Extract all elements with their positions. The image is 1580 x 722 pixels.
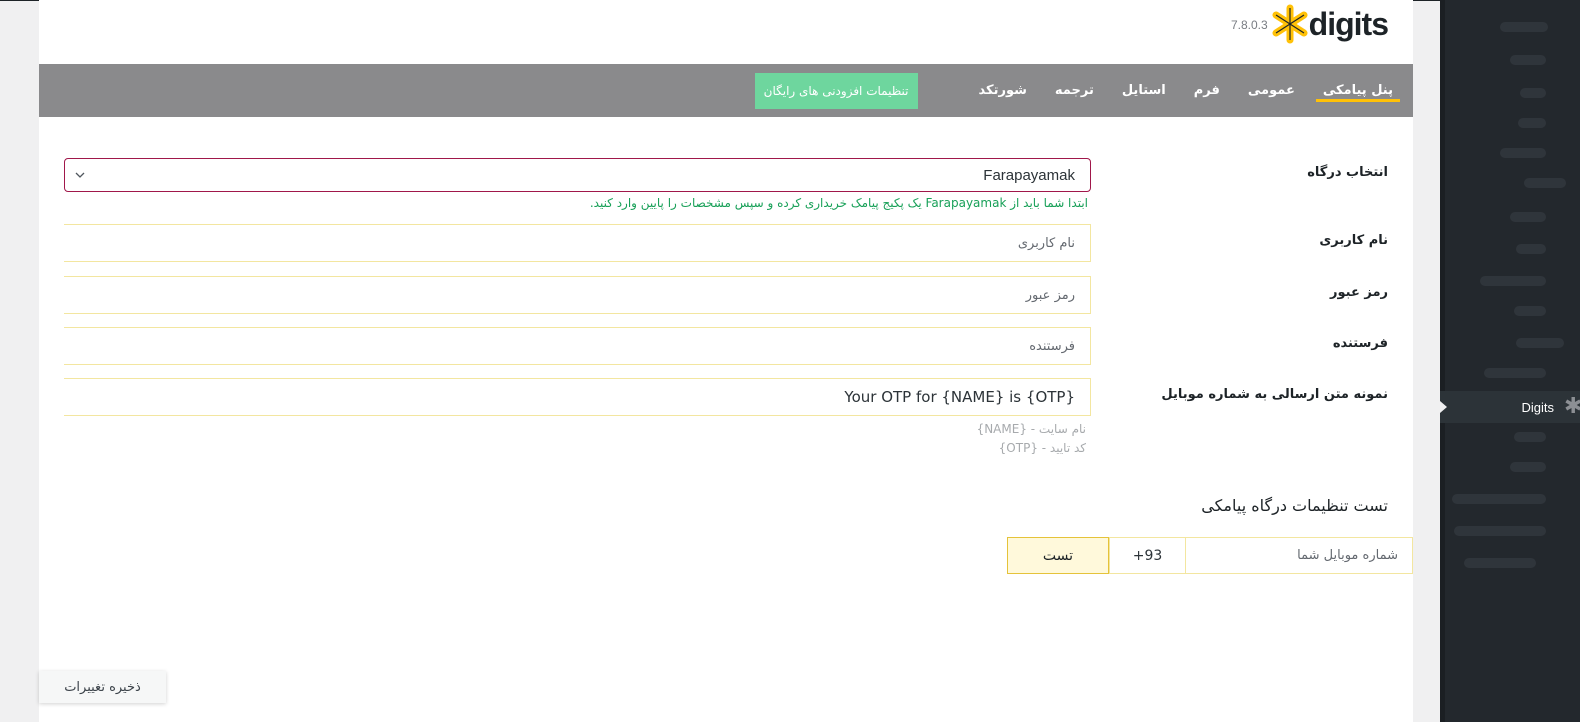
password-field[interactable]: رمز عبور bbox=[64, 276, 1091, 314]
tab-shortcode[interactable]: شورتکد bbox=[972, 64, 1034, 117]
country-code-field[interactable]: +93 bbox=[1109, 537, 1185, 574]
sidebar-item-blurred[interactable] bbox=[1484, 368, 1546, 378]
password-label: رمز عبور bbox=[1330, 285, 1388, 300]
sidebar-item-digits[interactable]: Digits ✱ bbox=[1440, 391, 1580, 423]
template-tag-otp: کد تایید - {OTP} bbox=[998, 441, 1086, 455]
digits-star-icon bbox=[1272, 4, 1308, 44]
tab-style[interactable]: استایل bbox=[1115, 64, 1173, 117]
sidebar-item-blurred[interactable] bbox=[1518, 118, 1546, 128]
version-label: 7.8.0.3 bbox=[1230, 18, 1268, 32]
gateway-label: انتخاب درگاه bbox=[1307, 165, 1388, 180]
sidebar-item-blurred[interactable] bbox=[1510, 212, 1546, 222]
sidebar-item-digits-label: Digits bbox=[1521, 399, 1554, 415]
tab-translation[interactable]: ترجمه bbox=[1048, 64, 1101, 117]
sidebar-item-blurred[interactable] bbox=[1480, 276, 1546, 286]
current-item-arrow bbox=[1440, 401, 1447, 413]
brand-header: 7.8.0.3 digits bbox=[1230, 2, 1389, 46]
sidebar-item-blurred[interactable] bbox=[1452, 494, 1546, 504]
sender-field[interactable]: فرستنده bbox=[64, 327, 1091, 365]
sidebar-item-blurred[interactable] bbox=[1514, 306, 1546, 316]
username-label: نام کاربری bbox=[1319, 233, 1388, 248]
sidebar-item-blurred[interactable] bbox=[1510, 462, 1546, 472]
otp-template-field[interactable]: Your OTP for {NAME} is {OTP} bbox=[64, 378, 1091, 416]
admin-sidebar: Digits ✱ bbox=[1440, 0, 1580, 722]
username-field[interactable]: نام کاربری bbox=[64, 224, 1091, 262]
test-phone-input[interactable]: شماره موبایل شما bbox=[1185, 537, 1413, 574]
sidebar-item-blurred[interactable] bbox=[1454, 526, 1546, 536]
test-group: شماره موبایل شما +93 تست bbox=[1007, 537, 1413, 574]
tab-form[interactable]: فرم bbox=[1187, 64, 1227, 117]
chevron-down-icon bbox=[75, 172, 85, 178]
sidebar-item-blurred[interactable] bbox=[1500, 22, 1548, 32]
sidebar-item-blurred[interactable] bbox=[1510, 55, 1546, 65]
settings-tab-bar: پنل پیامکی عمومی فرم استایل ترجمه شورتکد… bbox=[39, 64, 1413, 117]
test-section-title: تست تنظیمات درگاه پیامکی bbox=[1201, 496, 1388, 515]
sidebar-item-blurred[interactable] bbox=[1520, 88, 1546, 98]
sidebar-item-blurred[interactable] bbox=[1516, 244, 1546, 254]
sidebar-item-blurred[interactable] bbox=[1500, 148, 1546, 158]
save-changes-button[interactable]: ذخیره تغییرات bbox=[39, 671, 166, 703]
settings-card: 7.8.0.3 digits پنل پیامکی عمومی فرم استا… bbox=[39, 0, 1413, 722]
sidebar-item-blurred[interactable] bbox=[1516, 338, 1564, 348]
test-button[interactable]: تست bbox=[1007, 537, 1109, 574]
digits-logo-text: digits bbox=[1308, 5, 1389, 42]
sidebar-edge bbox=[1440, 0, 1445, 722]
gateway-selected-value: Farapayamak bbox=[983, 166, 1075, 184]
gateway-hint: ابتدا شما باید از Farapayamak یک پکیج پی… bbox=[589, 196, 1088, 210]
template-tag-name: نام سایت - {NAME} bbox=[976, 422, 1086, 436]
tab-sms-panel[interactable]: پنل پیامکی bbox=[1315, 64, 1401, 117]
sidebar-item-blurred[interactable] bbox=[1524, 178, 1566, 188]
template-label: نمونه متن ارسالی به شماره موبایل bbox=[1161, 387, 1388, 402]
tab-general[interactable]: عمومی bbox=[1241, 64, 1302, 117]
free-addons-settings-button[interactable]: تنظیمات افزودنی های رایگان bbox=[754, 72, 918, 109]
sidebar-item-blurred[interactable] bbox=[1514, 432, 1546, 442]
gateway-select[interactable]: Farapayamak bbox=[64, 158, 1091, 192]
sender-label: فرستنده bbox=[1332, 336, 1388, 351]
sidebar-item-blurred[interactable] bbox=[1464, 558, 1536, 568]
digits-asterisk-icon: ✱ bbox=[1564, 394, 1580, 419]
